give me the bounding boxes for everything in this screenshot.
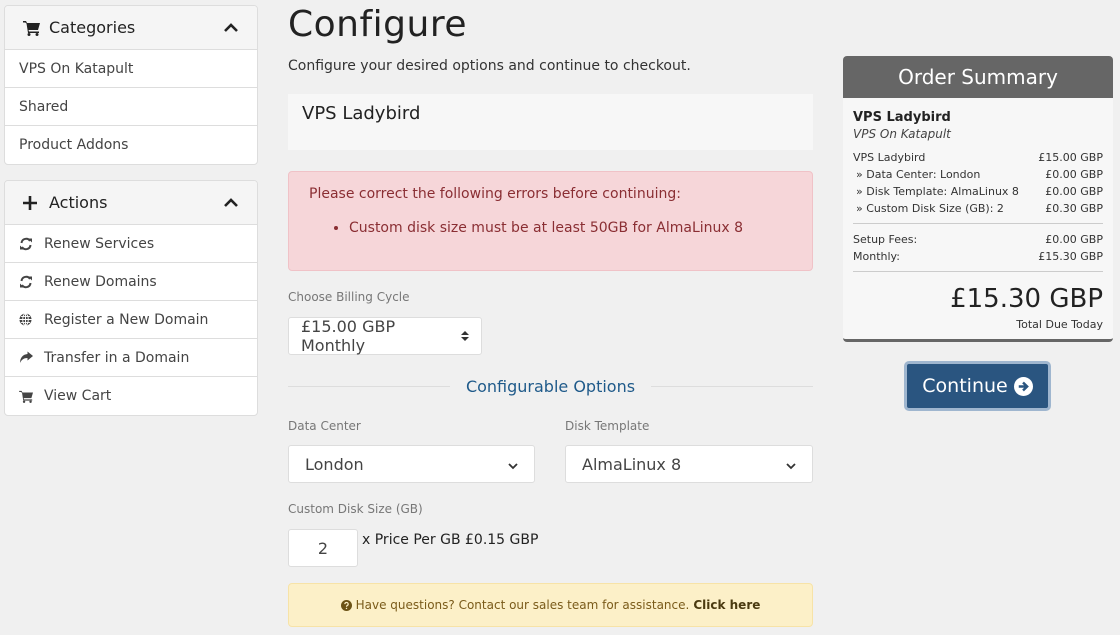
page-subtitle: Configure your desired options and conti…	[288, 58, 691, 74]
total-due-label: Total Due Today	[1016, 318, 1103, 331]
data-center-label: Data Center	[288, 419, 361, 433]
chevron-up-icon[interactable]	[223, 22, 239, 33]
sidebar-item-shared[interactable]: Shared	[5, 88, 257, 126]
data-center-value: London	[305, 454, 364, 474]
summary-line: » Data Center: London £0.00 GBP	[853, 166, 1103, 183]
continue-button[interactable]: Continue	[904, 361, 1051, 411]
summary-separator	[853, 271, 1103, 272]
error-list: Custom disk size must be at least 50GB f…	[309, 220, 792, 236]
chevron-up-icon[interactable]	[223, 197, 239, 208]
summary-line-amount: £0.00 GBP	[1045, 185, 1103, 198]
summary-line-amount: £0.00 GBP	[1045, 168, 1103, 181]
help-link[interactable]: Click here	[693, 598, 760, 612]
actions-panel: Actions Renew Services Renew Domains Reg…	[4, 180, 258, 416]
cart-icon	[19, 390, 35, 403]
custom-disk-size-label: Custom Disk Size (GB)	[288, 502, 423, 516]
summary-line: VPS Ladybird £15.00 GBP	[853, 149, 1103, 166]
summary-line-label: » Data Center: London	[856, 168, 981, 181]
sidebar-item-vps-on-katapult[interactable]: VPS On Katapult	[5, 50, 257, 88]
summary-product-group: VPS On Katapult	[853, 127, 951, 141]
sidebar-item-label: Renew Domains	[44, 273, 157, 290]
summary-line: » Disk Template: AlmaLinux 8 £0.00 GBP	[853, 183, 1103, 200]
sidebar-item-product-addons[interactable]: Product Addons	[5, 126, 257, 164]
categories-title: Categories	[49, 18, 136, 37]
sidebar-item-label: Register a New Domain	[44, 311, 209, 328]
chevron-down-icon	[508, 455, 518, 474]
summary-setup-fees: Setup Fees: £0.00 GBP	[853, 231, 1103, 248]
refresh-icon	[19, 275, 35, 289]
order-summary-title: Order Summary	[843, 56, 1113, 98]
summary-product-name: VPS Ladybird	[853, 110, 951, 125]
summary-lines: VPS Ladybird £15.00 GBP » Data Center: L…	[853, 149, 1103, 217]
divider-line	[651, 385, 813, 387]
sidebar-item-label: Transfer in a Domain	[44, 349, 190, 366]
sidebar-item-label: VPS On Katapult	[19, 60, 134, 77]
total-due-amount: £15.30 GBP	[950, 284, 1103, 314]
configurable-options-divider: Configurable Options	[288, 376, 813, 396]
share-arrow-icon	[19, 351, 35, 364]
order-summary: Order Summary VPS Ladybird VPS On Katapu…	[843, 56, 1113, 342]
divider-line	[288, 385, 450, 387]
billing-cycle-value: £15.00 GBP Monthly	[301, 317, 396, 355]
summary-monthly: Monthly: £15.30 GBP	[853, 248, 1103, 265]
continue-label: Continue	[922, 375, 1008, 397]
summary-line-label: VPS Ladybird	[853, 151, 926, 164]
summary-line: » Custom Disk Size (GB): 2 £0.30 GBP	[853, 200, 1103, 217]
disk-template-label: Disk Template	[565, 419, 650, 433]
sort-arrows-icon	[461, 327, 469, 346]
disk-template-value: AlmaLinux 8	[582, 454, 682, 474]
page-title: Configure	[288, 4, 467, 45]
configurable-options-title: Configurable Options	[465, 376, 636, 396]
sidebar-item-transfer-domain[interactable]: Transfer in a Domain	[5, 339, 257, 377]
summary-line-label: » Custom Disk Size (GB): 2	[856, 202, 1004, 215]
custom-disk-size-input[interactable]	[288, 529, 358, 567]
sidebar-item-renew-services[interactable]: Renew Services	[5, 225, 257, 263]
error-alert: Please correct the following errors befo…	[288, 171, 813, 271]
sidebar-item-view-cart[interactable]: View Cart	[5, 377, 257, 415]
categories-panel: Categories VPS On Katapult Shared Produc…	[4, 5, 258, 165]
data-center-select[interactable]: London	[288, 445, 535, 483]
error-heading: Please correct the following errors befo…	[309, 186, 681, 202]
sidebar-item-label: Shared	[19, 98, 69, 115]
arrow-circle-right-icon	[1013, 376, 1033, 396]
product-name-box: VPS Ladybird	[288, 94, 813, 150]
monthly-label: Monthly:	[853, 250, 900, 263]
order-summary-body: VPS Ladybird VPS On Katapult VPS Ladybir…	[843, 98, 1113, 331]
question-circle-icon	[340, 599, 352, 611]
cart-icon	[23, 20, 43, 36]
actions-panel-heading[interactable]: Actions	[5, 181, 257, 225]
sidebar-item-label: Renew Services	[44, 235, 155, 252]
sidebar-item-label: Product Addons	[19, 137, 129, 153]
refresh-icon	[19, 237, 35, 251]
summary-line-amount: £15.00 GBP	[1038, 151, 1103, 164]
help-text: Have questions? Contact our sales team f…	[355, 598, 690, 612]
categories-panel-heading[interactable]: Categories	[5, 6, 257, 50]
product-name: VPS Ladybird	[302, 103, 421, 124]
billing-cycle-select[interactable]: £15.00 GBP Monthly	[288, 317, 482, 355]
setup-fees-amount: £0.00 GBP	[1045, 233, 1103, 246]
help-alert: Have questions? Contact our sales team f…	[288, 583, 813, 627]
summary-line-amount: £0.30 GBP	[1045, 202, 1103, 215]
monthly-amount: £15.30 GBP	[1038, 250, 1103, 263]
billing-cycle-label: Choose Billing Cycle	[288, 290, 410, 304]
plus-icon	[23, 195, 43, 210]
sidebar-item-label: View Cart	[44, 388, 112, 404]
price-per-gb-text: x Price Per GB £0.15 GBP	[362, 532, 539, 548]
summary-line-label: » Disk Template: AlmaLinux 8	[856, 185, 1019, 198]
globe-icon	[19, 313, 35, 326]
error-item: Custom disk size must be at least 50GB f…	[349, 220, 792, 236]
actions-title: Actions	[49, 193, 108, 212]
setup-fees-label: Setup Fees:	[853, 233, 918, 246]
disk-template-select[interactable]: AlmaLinux 8	[565, 445, 813, 483]
chevron-down-icon	[786, 455, 796, 474]
sidebar-item-register-domain[interactable]: Register a New Domain	[5, 301, 257, 339]
sidebar-item-renew-domains[interactable]: Renew Domains	[5, 263, 257, 301]
summary-separator	[853, 223, 1103, 224]
